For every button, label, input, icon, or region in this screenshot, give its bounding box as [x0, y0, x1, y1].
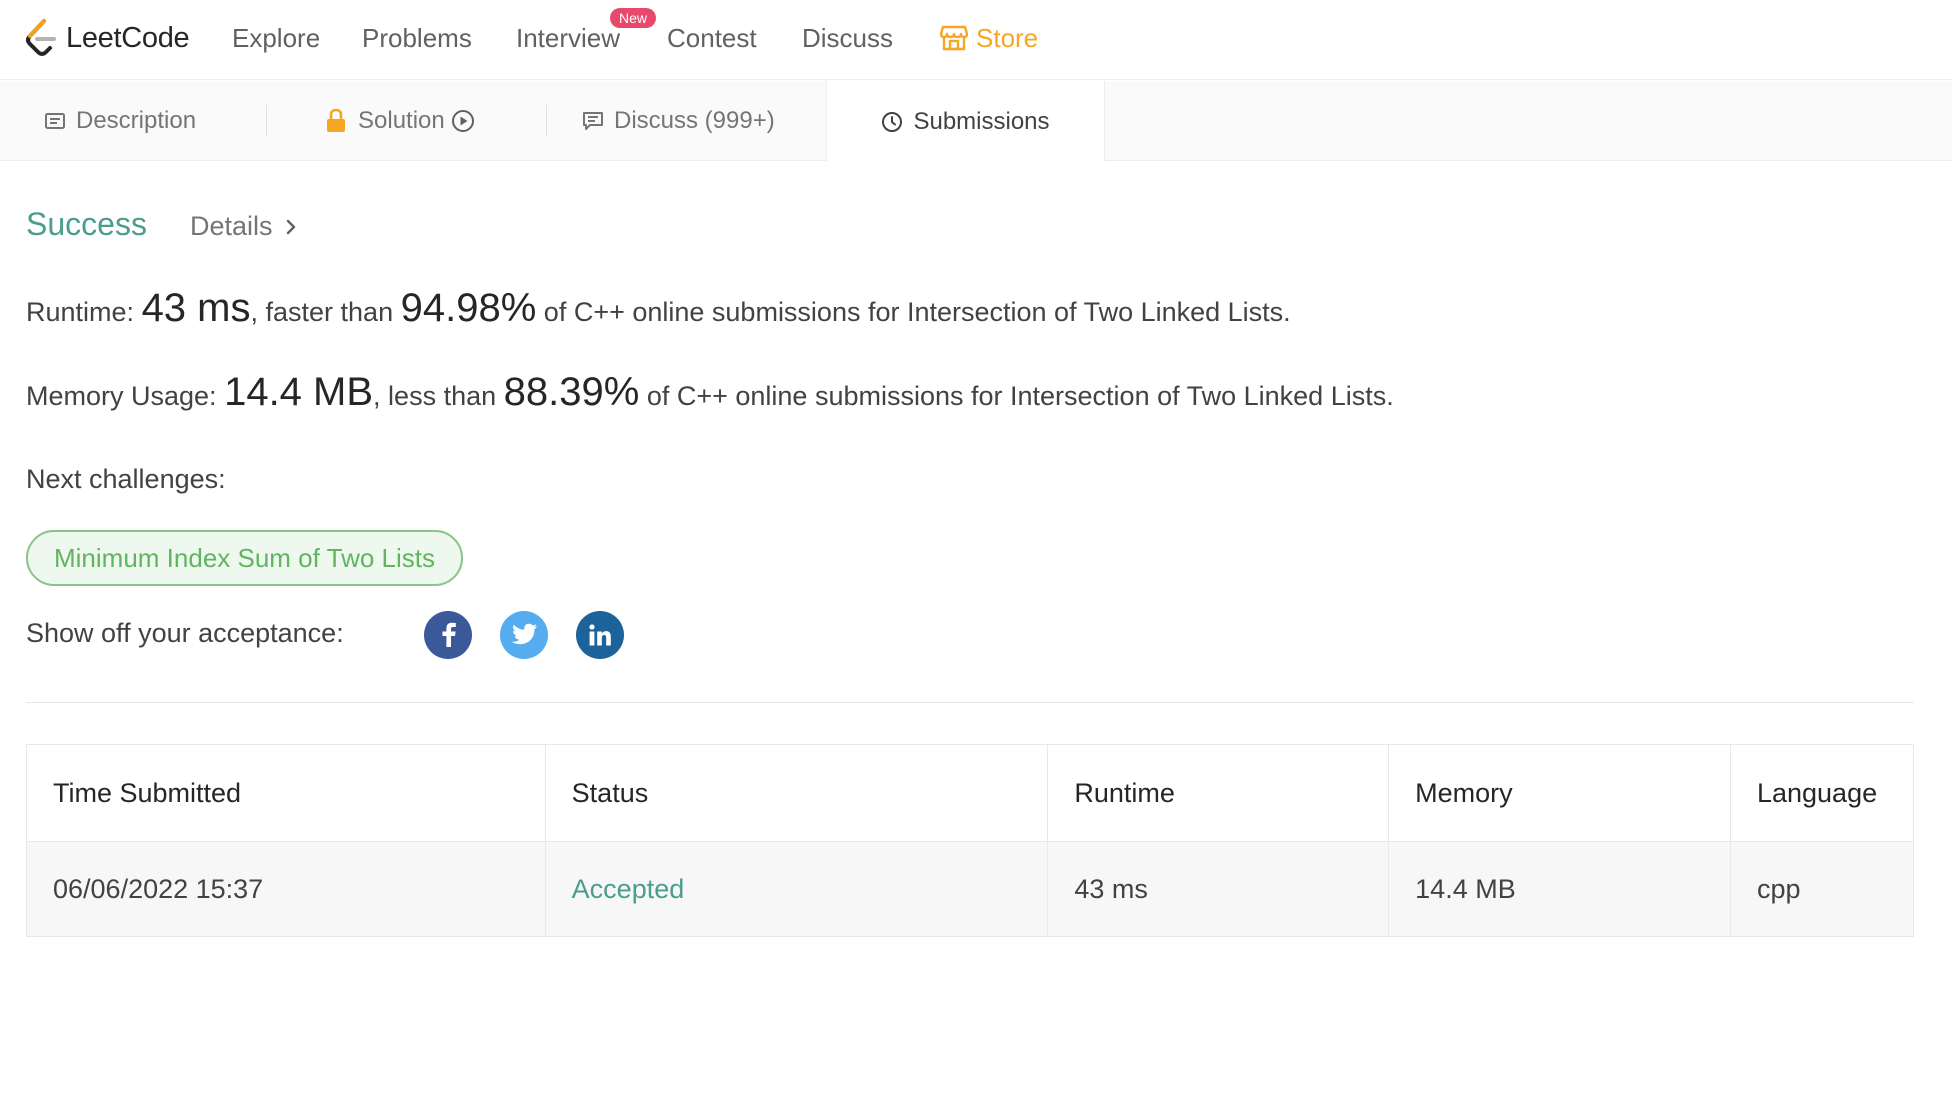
- leetcode-logo-icon: [26, 19, 56, 56]
- nav-explore[interactable]: Explore: [232, 20, 320, 56]
- nav-contest[interactable]: Contest: [667, 20, 757, 56]
- tab-submissions[interactable]: Submissions: [826, 81, 1105, 162]
- tab-solution-label: Solution: [358, 107, 445, 134]
- memory-percent: 88.39%: [503, 370, 640, 414]
- memory-mid: , less than: [373, 381, 497, 411]
- linkedin-share-button[interactable]: [576, 611, 624, 659]
- tab-description-label: Description: [76, 107, 197, 134]
- tab-solution[interactable]: Solution: [324, 81, 475, 161]
- submissions-table: Time Submitted Status Runtime Memory Lan…: [26, 744, 1915, 937]
- header-time-submitted: Time Submitted: [26, 744, 546, 842]
- cell-memory: 14.4 MB: [1388, 841, 1731, 937]
- header-runtime: Runtime: [1047, 744, 1390, 842]
- comment-icon: [583, 112, 603, 130]
- lock-icon: [327, 108, 345, 132]
- nav-discuss[interactable]: Discuss: [802, 20, 893, 56]
- tab-separator: [546, 105, 547, 137]
- cell-language: cpp: [1729, 841, 1915, 937]
- tab-discuss-label: Discuss (999+): [614, 107, 775, 134]
- top-navbar: LeetCode Explore Problems Interview New …: [0, 0, 1952, 80]
- nav-interview[interactable]: Interview: [516, 20, 620, 56]
- play-circle-icon: [451, 110, 474, 132]
- facebook-icon: [442, 622, 456, 647]
- logo-text: LeetCode: [66, 21, 190, 54]
- cell-time-submitted: 06/06/2022 15:37: [26, 841, 546, 937]
- runtime-tail: of C++ online submissions for Intersecti…: [543, 297, 1291, 327]
- chevron-right-icon: [286, 219, 295, 234]
- runtime-percent: 94.98%: [400, 286, 537, 330]
- nav-problems[interactable]: Problems: [362, 20, 472, 56]
- table-row: 06/06/2022 15:37 Accepted 43 ms 14.4 MB …: [26, 841, 1915, 937]
- new-badge: New: [610, 8, 657, 28]
- store-label: Store: [976, 23, 1039, 53]
- details-link[interactable]: Details: [190, 211, 297, 242]
- runtime-stat: Runtime: 43 ms, faster than 94.98% of C+…: [26, 286, 1291, 331]
- cell-status-accepted-link[interactable]: Accepted: [544, 841, 1049, 937]
- memory-value: 14.4 MB: [224, 370, 374, 414]
- section-divider: [26, 702, 1914, 703]
- tab-separator: [266, 105, 267, 137]
- clock-icon: [882, 111, 903, 132]
- tab-description[interactable]: Description: [44, 81, 196, 161]
- share-label: Show off your acceptance:: [26, 618, 344, 648]
- result-status: Success: [26, 206, 147, 242]
- tab-submissions-label: Submissions: [913, 107, 1050, 135]
- details-label: Details: [190, 211, 273, 241]
- store-icon: [940, 25, 968, 51]
- description-icon: [45, 113, 65, 129]
- cell-runtime: 43 ms: [1047, 841, 1390, 937]
- runtime-value: 43 ms: [141, 286, 251, 330]
- memory-tail: of C++ online submissions for Intersecti…: [646, 381, 1394, 411]
- tab-discuss[interactable]: Discuss (999+): [582, 81, 775, 161]
- table-header-row: Time Submitted Status Runtime Memory Lan…: [26, 744, 1915, 842]
- header-language: Language: [1729, 744, 1915, 842]
- runtime-mid: , faster than: [250, 297, 394, 327]
- header-status: Status: [544, 744, 1049, 842]
- runtime-label: Runtime:: [26, 297, 135, 327]
- next-challenge-link[interactable]: Minimum Index Sum of Two Lists: [26, 530, 463, 586]
- linkedin-icon: [589, 624, 611, 646]
- memory-label: Memory Usage:: [26, 381, 217, 411]
- leetcode-logo[interactable]: LeetCode: [24, 14, 190, 62]
- next-challenges-label: Next challenges:: [26, 464, 226, 494]
- nav-store[interactable]: Store: [940, 20, 1038, 56]
- problem-tabs: Description Solution Discuss (999+) Subm…: [0, 81, 1952, 162]
- twitter-share-button[interactable]: [500, 611, 548, 659]
- facebook-share-button[interactable]: [424, 611, 472, 659]
- header-memory: Memory: [1388, 744, 1731, 842]
- memory-stat: Memory Usage: 14.4 MB, less than 88.39% …: [26, 370, 1394, 415]
- twitter-icon: [511, 623, 537, 645]
